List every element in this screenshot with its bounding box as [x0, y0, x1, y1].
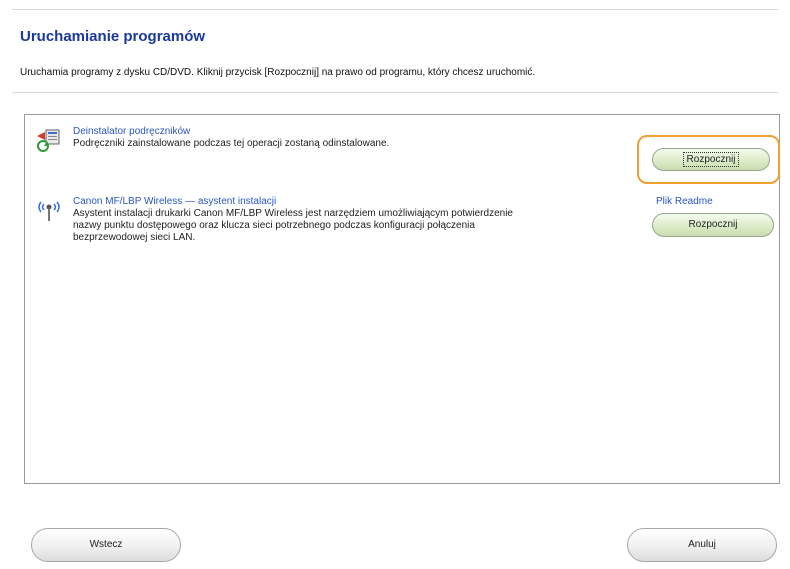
cancel-button[interactable]: Anuluj	[627, 528, 777, 562]
uninstaller-icon	[35, 126, 63, 154]
cancel-button-label: Anuluj	[688, 539, 716, 550]
program-item-wireless-assistant: Canon MF/LBP Wireless — asystent instala…	[35, 196, 635, 256]
readme-link[interactable]: Plik Readme	[656, 196, 713, 207]
wireless-icon	[35, 196, 63, 224]
program-text: Canon MF/LBP Wireless — asystent instala…	[73, 196, 513, 244]
program-description-line: nazwy punktu dostępowego oraz klucza sie…	[73, 220, 475, 231]
program-list-panel: Deinstalator podręczników Podręczniki za…	[24, 114, 780, 484]
start-button-label: Rozpocznij	[682, 152, 740, 167]
program-text: Deinstalator podręczników Podręczniki za…	[73, 126, 389, 150]
program-item-uninstaller: Deinstalator podręczników Podręczniki za…	[35, 126, 635, 156]
program-description-line: Asystent instalacji drukarki Canon MF/LB…	[73, 208, 513, 219]
program-description: Podręczniki zainstalowane podczas tej op…	[73, 138, 390, 149]
start-button-wireless-assistant[interactable]: Rozpocznij	[652, 213, 774, 237]
page-title: Uruchamianie programów	[20, 28, 206, 45]
top-divider	[12, 9, 778, 10]
back-button[interactable]: Wstecz	[31, 528, 181, 562]
back-button-label: Wstecz	[89, 539, 123, 550]
program-description-line: bezprzewodowej sieci LAN.	[73, 232, 196, 243]
program-name[interactable]: Deinstalator podręczników	[73, 126, 389, 138]
start-button-uninstaller[interactable]: Rozpocznij	[652, 148, 770, 171]
start-button-label: Rozpocznij	[688, 219, 738, 230]
program-name[interactable]: Canon MF/LBP Wireless — asystent instala…	[73, 196, 513, 208]
intro-text: Uruchamia programy z dysku CD/DVD. Klikn…	[20, 67, 536, 78]
intro-divider	[12, 92, 778, 93]
